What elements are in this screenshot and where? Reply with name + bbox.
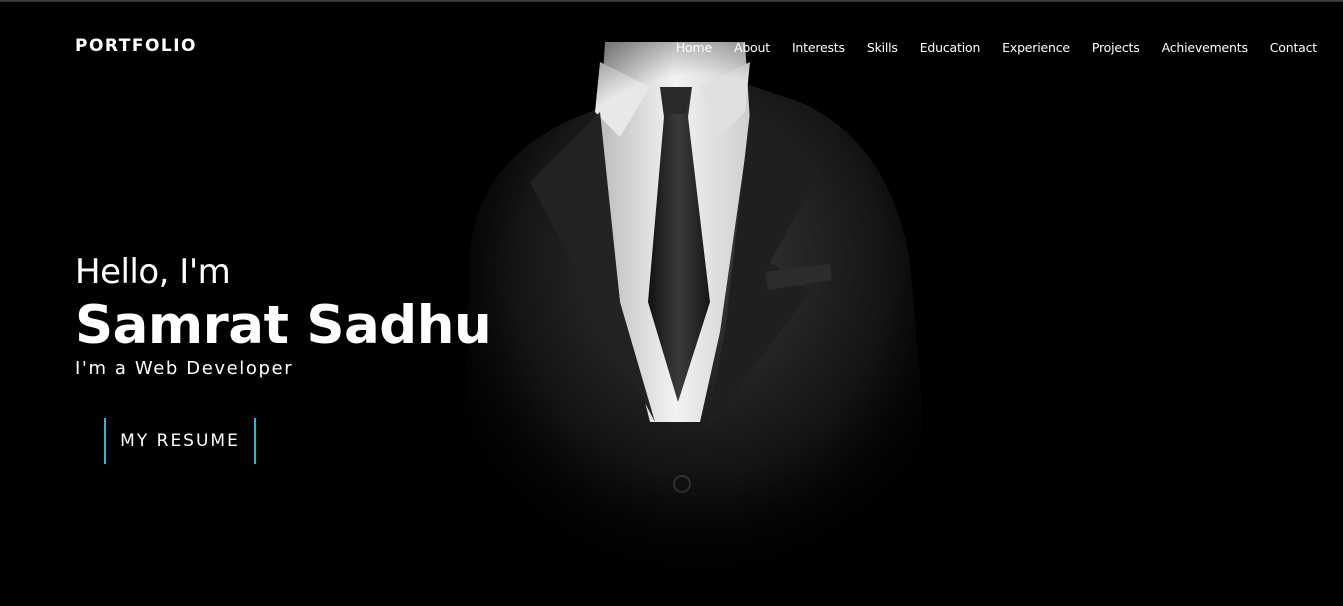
- resume-button[interactable]: MY RESUME: [104, 418, 256, 464]
- hero-background-image: [420, 2, 980, 606]
- portfolio-page: PORTFOLIO Home About Interests Skills Ed…: [0, 0, 1343, 606]
- hero-section: Hello, I'm Samrat Sadhu I'm a Web Develo…: [75, 252, 492, 379]
- navbar: PORTFOLIO Home About Interests Skills Ed…: [0, 2, 1343, 92]
- hero-greeting: Hello, I'm: [75, 252, 231, 292]
- nav-link-experience[interactable]: Experience: [1002, 40, 1070, 55]
- nav-link-interests[interactable]: Interests: [792, 40, 845, 55]
- nav-item-experience: Experience: [1002, 39, 1070, 57]
- site-logo[interactable]: PORTFOLIO: [75, 36, 197, 56]
- nav-item-about: About: [734, 39, 770, 57]
- hero-role: I'm a Web Developer: [75, 358, 294, 379]
- nav-link-contact[interactable]: Contact: [1270, 40, 1317, 55]
- nav-link-achievements[interactable]: Achievements: [1162, 40, 1248, 55]
- nav-item-home: Home: [676, 39, 712, 57]
- nav-link-skills[interactable]: Skills: [867, 40, 898, 55]
- nav-item-interests: Interests: [792, 39, 845, 57]
- hero-name: Samrat Sadhu: [75, 295, 492, 356]
- nav-item-education: Education: [920, 39, 981, 57]
- nav-link-projects[interactable]: Projects: [1092, 40, 1140, 55]
- nav-item-skills: Skills: [867, 39, 898, 57]
- nav-link-about[interactable]: About: [734, 40, 770, 55]
- nav-link-home[interactable]: Home: [676, 40, 712, 55]
- nav-item-projects: Projects: [1092, 39, 1140, 57]
- nav-item-contact: Contact: [1270, 39, 1317, 57]
- nav-item-achievements: Achievements: [1162, 39, 1248, 57]
- nav-menu: Home About Interests Skills Education Ex…: [676, 39, 1317, 57]
- nav-link-education[interactable]: Education: [920, 40, 981, 55]
